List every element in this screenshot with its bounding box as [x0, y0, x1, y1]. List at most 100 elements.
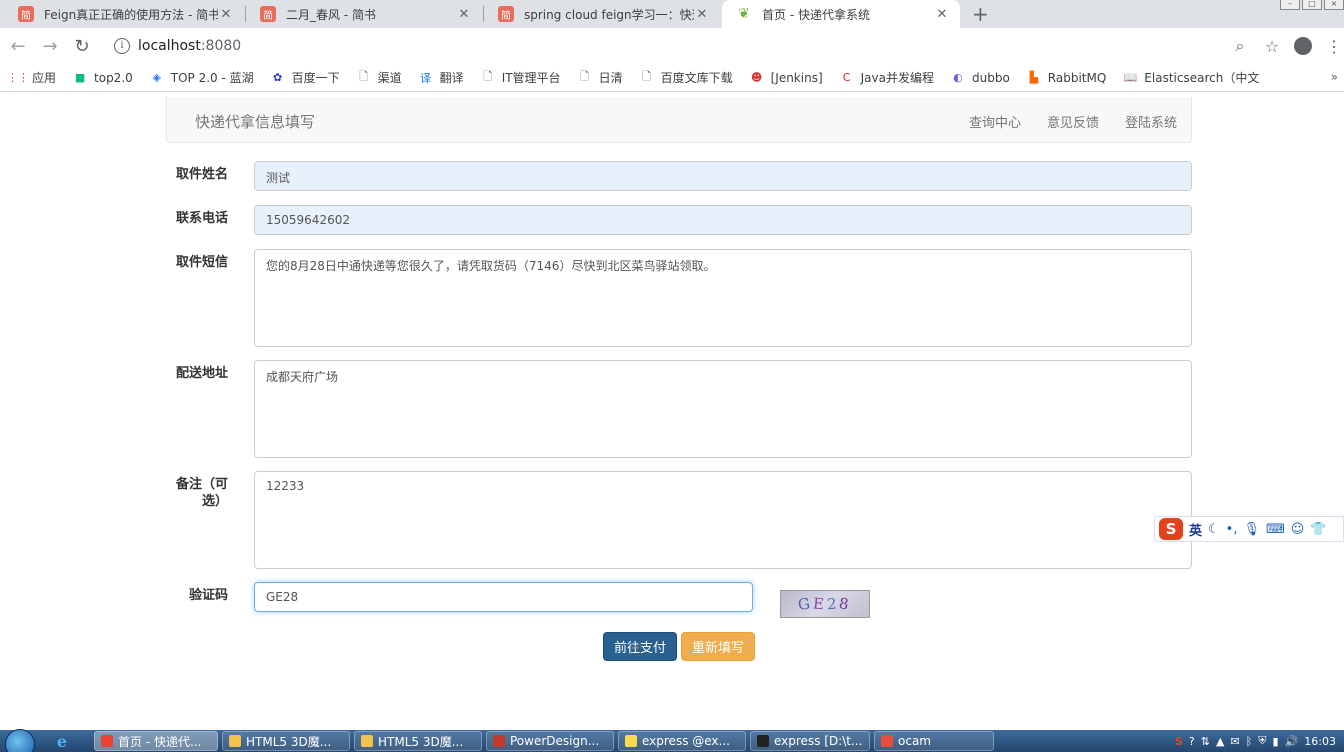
taskbar-item[interactable]: 首页 - 快递代...	[94, 731, 218, 751]
translate-icon: 译	[420, 71, 432, 85]
site-brand[interactable]: 快递代拿信息填写	[195, 111, 315, 132]
taskbar-item[interactable]: HTML5 3D魔...	[354, 731, 482, 751]
microphone-icon[interactable]: 🎙	[1243, 522, 1260, 537]
taskbar-item[interactable]: ocam	[874, 731, 994, 751]
close-icon[interactable]: ✕	[934, 7, 950, 22]
browser-tab-active[interactable]: ❦ 首页 - 快递代拿系统 ✕	[722, 0, 960, 28]
start-button[interactable]	[0, 729, 40, 752]
sms-textarea[interactable]: 您的8月28日中通快递等您很久了，请凭取货码（7146）尽快到北区菜鸟驿站领取。	[254, 249, 1192, 347]
address-bar[interactable]: i localhost:8080	[104, 32, 1284, 60]
clock[interactable]: 16:03	[1304, 735, 1336, 748]
bookmark-item[interactable]: ▙ RabbitMQ	[1026, 70, 1107, 86]
system-tray: S ? ⇅ ▲ ✉ ᛒ ⛨ ▮ 🔊 16:03	[1175, 730, 1344, 752]
captcha-label: 验证码	[188, 588, 228, 603]
bookmark-item[interactable]: ☻ [Jenkins]	[749, 70, 823, 86]
bookmark-label: 翻译	[439, 71, 464, 85]
bluetooth-icon[interactable]: ᛒ	[1246, 735, 1253, 748]
sogou-tray-icon[interactable]: S	[1175, 735, 1183, 748]
bookmark-item[interactable]: ◈ TOP 2.0 - 蓝湖	[149, 69, 254, 86]
bookmark-item[interactable]: 译翻译	[418, 69, 464, 86]
volume-icon[interactable]: 🔊	[1285, 735, 1299, 748]
network-icon[interactable]: ⇅	[1201, 735, 1210, 748]
captcha-char: E	[812, 594, 828, 614]
bookmark-item[interactable]: C Java并发编程	[839, 69, 934, 86]
shield-icon[interactable]: ⛨	[1258, 734, 1266, 748]
bookmark-item[interactable]: ✿ 百度一下	[270, 69, 340, 86]
bookmark-label: 日清	[598, 71, 623, 85]
new-tab-button[interactable]: +	[972, 2, 989, 26]
windows-taskbar: e 首页 - 快递代... HTML5 3D魔... HTML5 3D魔... Pow…	[0, 729, 1344, 752]
bookmark-item[interactable]: ◐ dubbo	[950, 70, 1010, 86]
bookmark-item[interactable]: ⋮⋮ 应用	[7, 69, 56, 86]
bookmark-label: dubbo	[971, 70, 1010, 85]
moon-icon[interactable]: ☾	[1208, 522, 1220, 537]
wechat-icon[interactable]: ✉	[1230, 735, 1239, 748]
tab-title: 二月_春风 - 简书	[286, 7, 376, 22]
app-icon	[493, 735, 505, 747]
bookmark-item[interactable]: 🗋 渠道	[356, 69, 401, 86]
browser-tab[interactable]: 简 二月_春风 - 简书 ✕	[246, 0, 482, 28]
browser-tab[interactable]: 简 Feign真正正确的使用方法 - 简书 ✕	[4, 0, 244, 28]
bookmark-item[interactable]: 🗋 日清	[577, 69, 623, 86]
profile-avatar-icon[interactable]	[1294, 37, 1312, 55]
toolbar-actions: ⌕ ☆ ⋮	[1230, 36, 1344, 56]
site-nav-links: 查询中心 意见反馈 登陆系统	[969, 112, 1177, 131]
maximize-icon[interactable]: □	[1302, 0, 1322, 10]
taskbar-item-label: PowerDesign...	[510, 734, 600, 748]
bookmark-item[interactable]: 🗋 IT管理平台	[480, 69, 561, 86]
taskbar-item[interactable]: express @ex...	[618, 731, 746, 751]
minimize-icon[interactable]: –	[1280, 0, 1300, 10]
taskbar-item[interactable]: express [D:\t...	[750, 731, 870, 751]
skin-icon[interactable]: 👕	[1310, 522, 1326, 537]
bookmark-item[interactable]: ■ top2.0	[72, 70, 133, 86]
nav-query-center[interactable]: 查询中心	[969, 112, 1021, 131]
bookmark-label: top2.0	[94, 70, 133, 85]
keyboard-icon[interactable]: ⌨	[1266, 522, 1285, 537]
bookmark-label: [Jenkins]	[770, 70, 823, 85]
phone-input[interactable]: 15059642602	[254, 205, 1192, 235]
app-icon	[881, 735, 893, 747]
window-controls: – □ ×	[1278, 0, 1344, 10]
reload-icon[interactable]: ↻	[66, 36, 98, 57]
user-icon[interactable]: ☺	[1291, 522, 1305, 537]
info-icon[interactable]: i	[114, 38, 130, 54]
browser-tab-strip: 简 Feign真正正确的使用方法 - 简书 ✕ 简 二月_春风 - 简书 ✕ 简…	[0, 0, 1344, 28]
bookmark-label: IT管理平台	[501, 71, 561, 85]
zoom-icon[interactable]: ⌕	[1230, 36, 1250, 56]
captcha-input[interactable]: GE28	[254, 582, 753, 612]
nav-login[interactable]: 登陆系统	[1125, 112, 1177, 131]
help-icon[interactable]: ?	[1189, 735, 1195, 748]
tray-expand-icon[interactable]: ▲	[1216, 735, 1224, 748]
punctuation-icon[interactable]: •,	[1226, 522, 1238, 537]
signal-icon[interactable]: ▮	[1273, 735, 1279, 748]
browser-tab[interactable]: 简 spring cloud feign学习一：快速 ✕	[484, 0, 720, 28]
menu-icon[interactable]: ⋮	[1324, 37, 1344, 56]
bookmark-item[interactable]: 🗋 百度文库下载	[639, 69, 732, 86]
taskbar-item[interactable]: PowerDesign...	[486, 731, 614, 751]
captcha-char: 8	[838, 594, 854, 614]
ime-lang-toggle[interactable]: 英	[1189, 520, 1202, 539]
bookmark-label: Elasticsearch（中文	[1144, 71, 1260, 85]
address-label: 配送地址	[175, 366, 228, 381]
remark-textarea[interactable]: 12233	[254, 471, 1192, 569]
tab-title: Feign真正正确的使用方法 - 简书	[44, 7, 218, 22]
bookmark-item[interactable]: 📖 Elasticsearch（中文	[1122, 69, 1259, 86]
back-arrow-icon[interactable]: ←	[2, 36, 34, 57]
taskbar-item[interactable]: HTML5 3D魔...	[222, 731, 350, 751]
nav-feedback[interactable]: 意见反馈	[1047, 112, 1099, 131]
captcha-image[interactable]: G E 2 8	[780, 590, 870, 618]
taskbar-item-label: ocam	[898, 734, 931, 748]
sogou-ime-icon[interactable]: S	[1159, 518, 1183, 540]
taskbar-item-label: 首页 - 快递代...	[118, 734, 202, 749]
forward-arrow-icon[interactable]: →	[34, 36, 66, 57]
address-textarea[interactable]: 成都天府广场	[254, 360, 1192, 458]
close-icon[interactable]: ✕	[456, 7, 472, 22]
name-input[interactable]: 测试	[254, 161, 1192, 191]
bookmarks-overflow-button[interactable]: »	[1331, 70, 1338, 84]
close-icon[interactable]: ✕	[218, 7, 234, 22]
star-icon[interactable]: ☆	[1262, 37, 1282, 56]
close-icon[interactable]: ✕	[694, 7, 710, 22]
reset-button[interactable]: 重新填写	[681, 632, 755, 661]
ie-icon[interactable]: e	[40, 732, 84, 751]
window-close-icon[interactable]: ×	[1324, 0, 1344, 10]
